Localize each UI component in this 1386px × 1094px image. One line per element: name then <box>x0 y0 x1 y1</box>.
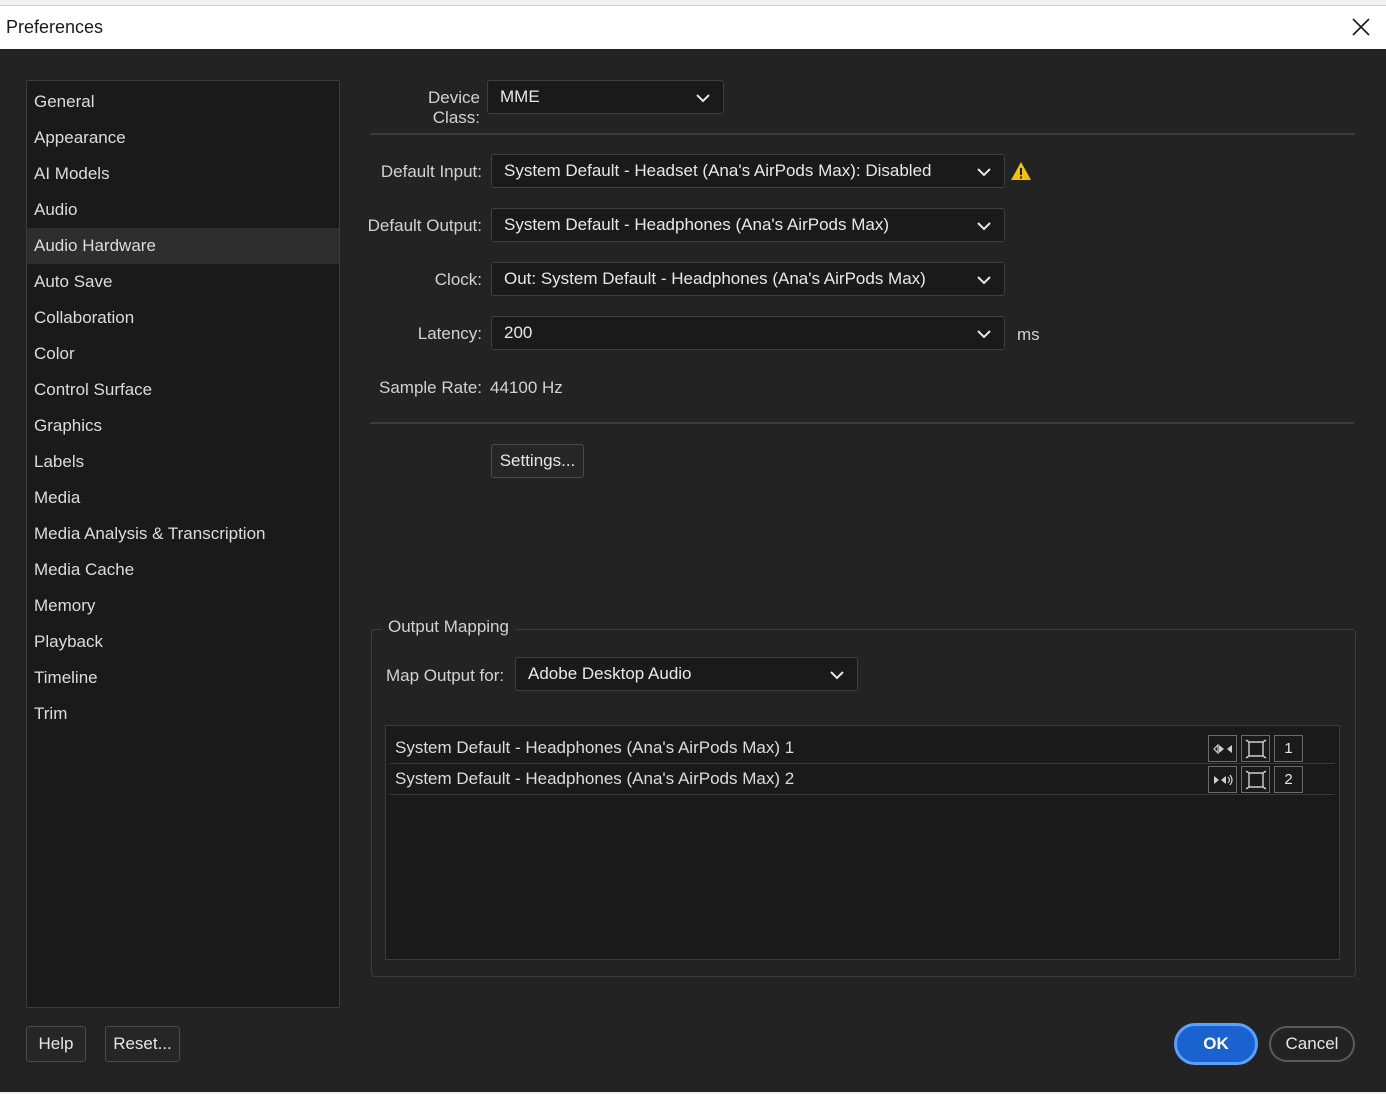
sidebar-item-media-cache[interactable]: Media Cache <box>27 552 339 588</box>
sidebar-item-media-analysis[interactable]: Media Analysis & Transcription <box>27 516 339 552</box>
mapping-row[interactable]: System Default - Headphones (Ana's AirPo… <box>390 732 1335 764</box>
chevron-down-icon <box>830 671 844 680</box>
sidebar-item-general[interactable]: General <box>27 84 339 120</box>
frame-icon[interactable] <box>1241 735 1270 762</box>
default-output-select[interactable]: System Default - Headphones (Ana's AirPo… <box>491 208 1005 242</box>
default-input-value: System Default - Headset (Ana's AirPods … <box>504 161 932 180</box>
speaker-left-icon[interactable] <box>1208 735 1237 762</box>
chevron-down-icon <box>696 94 710 103</box>
channel-number[interactable]: 2 <box>1274 766 1303 793</box>
sidebar-item-trim[interactable]: Trim <box>27 696 339 732</box>
default-output-value: System Default - Headphones (Ana's AirPo… <box>504 215 889 234</box>
output-mapping-title: Output Mapping <box>382 617 515 637</box>
sidebar-item-control-surface[interactable]: Control Surface <box>27 372 339 408</box>
sidebar-item-appearance[interactable]: Appearance <box>27 120 339 156</box>
chevron-down-icon <box>977 276 991 285</box>
chevron-down-icon <box>977 222 991 231</box>
sidebar-item-media[interactable]: Media <box>27 480 339 516</box>
sidebar-item-playback[interactable]: Playback <box>27 624 339 660</box>
default-output-label: Default Output: <box>367 216 482 235</box>
map-output-value: Adobe Desktop Audio <box>528 664 692 683</box>
title-bar: Preferences <box>0 5 1386 50</box>
sample-rate-value: 44100 Hz <box>490 378 563 397</box>
preferences-dialog: General Appearance AI Models Audio Audio… <box>0 49 1386 1092</box>
sidebar: General Appearance AI Models Audio Audio… <box>26 80 340 1008</box>
clock-select[interactable]: Out: System Default - Headphones (Ana's … <box>491 262 1005 296</box>
device-class-label: Device Class: <box>428 88 480 127</box>
default-input-select[interactable]: System Default - Headset (Ana's AirPods … <box>491 154 1005 188</box>
frame-icon[interactable] <box>1241 766 1270 793</box>
sidebar-item-labels[interactable]: Labels <box>27 444 339 480</box>
clock-label: Clock: <box>434 270 482 289</box>
device-class-value: MME <box>500 87 540 106</box>
sample-rate-label: Sample Rate: <box>379 378 482 397</box>
close-icon[interactable] <box>1350 16 1372 38</box>
mapping-row-label: System Default - Headphones (Ana's AirPo… <box>395 769 795 788</box>
sidebar-item-audio[interactable]: Audio <box>27 192 339 228</box>
cancel-button[interactable]: Cancel <box>1269 1026 1355 1062</box>
sidebar-item-memory[interactable]: Memory <box>27 588 339 624</box>
speaker-right-icon[interactable] <box>1208 766 1237 793</box>
clock-value: Out: System Default - Headphones (Ana's … <box>504 269 926 288</box>
ok-button[interactable]: OK <box>1174 1023 1258 1065</box>
divider <box>370 422 1354 424</box>
mapping-row[interactable]: System Default - Headphones (Ana's AirPo… <box>390 763 1335 795</box>
chevron-down-icon <box>977 330 991 339</box>
latency-select[interactable]: 200 <box>491 316 1005 350</box>
sidebar-item-color[interactable]: Color <box>27 336 339 372</box>
default-input-label: Default Input: <box>380 162 482 181</box>
reset-button[interactable]: Reset... <box>105 1026 180 1062</box>
map-output-label: Map Output for: <box>386 666 505 685</box>
sidebar-item-collaboration[interactable]: Collaboration <box>27 300 339 336</box>
sidebar-item-auto-save[interactable]: Auto Save <box>27 264 339 300</box>
sidebar-item-audio-hardware[interactable]: Audio Hardware <box>27 228 339 264</box>
sidebar-item-timeline[interactable]: Timeline <box>27 660 339 696</box>
device-class-select[interactable]: MME <box>487 80 724 114</box>
latency-value: 200 <box>504 323 533 342</box>
settings-button[interactable]: Settings... <box>491 444 584 478</box>
latency-label: Latency: <box>417 324 482 343</box>
mapping-row-label: System Default - Headphones (Ana's AirPo… <box>395 738 795 757</box>
sidebar-item-graphics[interactable]: Graphics <box>27 408 339 444</box>
sidebar-item-ai-models[interactable]: AI Models <box>27 156 339 192</box>
latency-unit: ms <box>1017 325 1040 344</box>
help-button[interactable]: Help <box>26 1026 86 1062</box>
warning-icon <box>1011 162 1031 180</box>
divider <box>370 133 1355 135</box>
chevron-down-icon <box>977 168 991 177</box>
map-output-select[interactable]: Adobe Desktop Audio <box>515 657 858 691</box>
channel-number[interactable]: 1 <box>1274 735 1303 762</box>
window-title: Preferences <box>6 17 104 37</box>
output-mapping-list: System Default - Headphones (Ana's AirPo… <box>385 725 1340 960</box>
